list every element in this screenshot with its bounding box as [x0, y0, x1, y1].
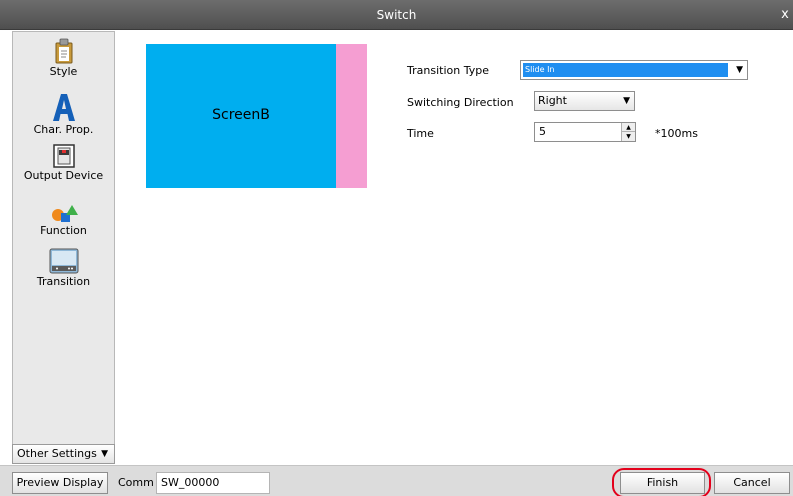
switch-device-icon — [52, 144, 75, 168]
chevron-down-icon[interactable]: ▼ — [736, 62, 743, 78]
letter-a-icon — [52, 94, 75, 121]
transition-type-label: Transition Type — [407, 64, 489, 77]
preview-screen-label: ScreenB — [212, 107, 270, 123]
other-settings-label: Other Settings — [17, 447, 97, 460]
comm-input[interactable]: SW_00000 — [156, 472, 270, 494]
time-value[interactable]: 5 — [539, 123, 546, 141]
clipboard-icon — [55, 38, 72, 64]
comm-label: Comm — [118, 476, 154, 489]
sidebar-item-label: Function — [40, 224, 87, 237]
transition-type-value: Slide In — [523, 63, 728, 77]
incoming-screen-strip — [336, 44, 367, 188]
sidebar-item-label: Style — [49, 65, 78, 78]
time-stepper[interactable]: 5 ▲ ▼ — [534, 122, 636, 142]
window-title: Switch — [376, 8, 417, 22]
title-bar: Switch x — [0, 0, 793, 30]
sidebar-item-style[interactable]: Style — [13, 38, 114, 78]
transition-type-select[interactable]: Slide In ▼ — [520, 60, 748, 80]
shapes-icon — [51, 205, 78, 222]
sidebar-item-transition[interactable]: Transition — [13, 248, 114, 288]
transition-preview: ScreenB — [146, 44, 367, 188]
switching-direction-value: Right — [538, 94, 567, 107]
sidebar: Style Char. Prop. Output Device Function — [12, 31, 115, 462]
chevron-down-icon[interactable]: ▼ — [623, 92, 630, 110]
sidebar-item-label: Transition — [36, 275, 91, 288]
chevron-down-icon: ▼ — [101, 449, 108, 459]
cancel-button[interactable]: Cancel — [714, 472, 790, 494]
spin-down-icon[interactable]: ▼ — [622, 132, 635, 141]
sidebar-item-function[interactable]: Function — [13, 203, 114, 237]
time-label: Time — [407, 127, 434, 140]
sidebar-item-output-device[interactable]: Output Device — [13, 144, 114, 182]
preview-display-button[interactable]: Preview Display — [12, 472, 108, 494]
switching-direction-select[interactable]: Right ▼ — [534, 91, 635, 111]
switching-direction-label: Switching Direction — [407, 96, 514, 109]
finish-button[interactable]: Finish — [620, 472, 705, 494]
spin-up-icon[interactable]: ▲ — [622, 123, 635, 132]
bottom-bar: Preview Display Comm SW_00000 Finish Can… — [0, 465, 793, 496]
sidebar-item-label: Char. Prop. — [33, 123, 94, 136]
sidebar-item-label: Output Device — [23, 169, 104, 182]
sidebar-item-char-prop[interactable]: Char. Prop. — [13, 92, 114, 136]
other-settings-dropdown[interactable]: Other Settings ▼ — [12, 444, 115, 464]
transition-screen-icon — [49, 248, 78, 274]
close-icon[interactable]: x — [777, 0, 793, 30]
spin-buttons: ▲ ▼ — [621, 123, 635, 141]
time-unit: *100ms — [655, 127, 698, 140]
